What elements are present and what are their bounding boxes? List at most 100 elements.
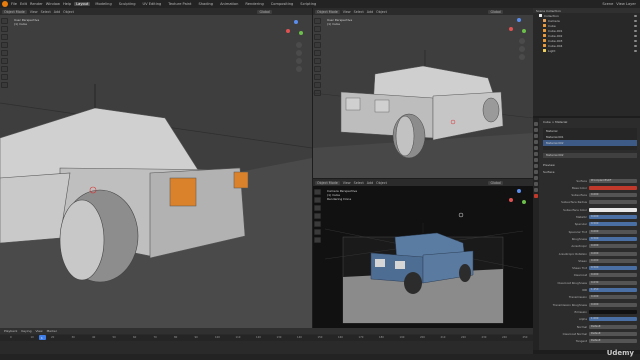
current-frame-indicator[interactable]: 1 <box>39 335 46 340</box>
material-field-row: Base Color <box>543 185 637 190</box>
visibility-eye-icon[interactable] <box>634 29 637 32</box>
material-tab-icon[interactable] <box>534 194 538 198</box>
object-tab-icon[interactable] <box>534 158 538 162</box>
visibility-eye-icon[interactable] <box>634 39 637 42</box>
menu-window[interactable]: Window <box>46 2 60 6</box>
zoom-icon[interactable] <box>519 38 525 44</box>
tab-layout[interactable]: Layout <box>74 2 91 6</box>
tab-texture-paint[interactable]: Texture Paint <box>166 2 193 6</box>
field-value[interactable] <box>589 200 637 205</box>
data-tab-icon[interactable] <box>534 188 538 192</box>
output-tab-icon[interactable] <box>534 134 538 138</box>
timeline-tick-label: 140 <box>297 336 302 339</box>
visibility-eye-icon[interactable] <box>634 34 637 37</box>
timeline-ruler[interactable]: 0 10 20 30 40 50 60 70 80 90 100 110 120 130 140 150 160… <box>0 335 533 341</box>
field-value[interactable]: Default <box>589 339 637 344</box>
material-slot-selected[interactable]: Material.002 <box>543 140 637 146</box>
field-label: Metallic <box>576 215 587 219</box>
viewport-bottom-right[interactable]: Object Mode View Select Add Object Globa… <box>313 179 533 328</box>
tab-compositing[interactable]: Compositing <box>269 2 296 6</box>
field-value[interactable]: Principled BSDF <box>589 178 637 183</box>
viewport-left[interactable]: Object Mode View Select Add Object Globa… <box>0 8 312 328</box>
section-preview[interactable]: Preview <box>543 163 555 167</box>
field-label: Transmission <box>568 295 587 300</box>
tab-rendering[interactable]: Rendering <box>243 2 265 6</box>
physics-tab-icon[interactable] <box>534 176 538 180</box>
field-value[interactable]: 0.000 <box>589 244 637 249</box>
material-name-field[interactable]: Material.002 <box>543 153 637 158</box>
particles-tab-icon[interactable] <box>534 170 538 174</box>
navigation-gizmo[interactable] <box>509 18 527 36</box>
field-value[interactable]: 1.000 <box>589 317 637 322</box>
tool-tab-icon[interactable] <box>534 122 538 126</box>
menu-view[interactable]: View <box>35 329 42 333</box>
modifier-tab-icon[interactable] <box>534 164 538 168</box>
field-label: Base Color <box>571 185 587 190</box>
material-field-row: Surface Principled BSDF <box>543 178 637 183</box>
visibility-eye-icon[interactable] <box>634 49 637 52</box>
zoom-icon[interactable] <box>296 42 302 48</box>
tab-shading[interactable]: Shading <box>196 2 215 6</box>
timeline-tick-label: 250 <box>522 336 528 339</box>
menu-file[interactable]: File <box>11 2 17 6</box>
field-value[interactable]: 0.000 <box>589 295 637 300</box>
field-value[interactable]: 1.450 <box>589 288 637 292</box>
tab-animation[interactable]: Animation <box>218 2 240 6</box>
constraints-tab-icon[interactable] <box>534 182 538 186</box>
scene-selector[interactable]: Scene <box>602 2 613 6</box>
field-value[interactable]: 0.030 <box>589 280 637 285</box>
world-tab-icon[interactable] <box>534 152 538 156</box>
menu-keying[interactable]: Keying <box>21 329 31 333</box>
material-field-row: Clearcoat Roughness 0.030 <box>543 280 637 285</box>
field-label: Subsurface <box>571 193 587 198</box>
menu-edit[interactable]: Edit <box>20 2 27 6</box>
pan-icon[interactable] <box>296 50 302 56</box>
visibility-eye-icon[interactable] <box>634 14 637 17</box>
render-tab-icon[interactable] <box>534 128 538 132</box>
section-surface[interactable]: Surface <box>543 170 554 174</box>
field-value[interactable]: 0.500 <box>589 266 637 271</box>
field-value[interactable]: 0.500 <box>589 236 637 241</box>
field-value[interactable]: 0.000 <box>589 273 637 278</box>
menu-help[interactable]: Help <box>63 2 71 6</box>
tab-scripting[interactable]: Scripting <box>298 2 318 6</box>
visibility-eye-icon[interactable] <box>634 19 637 22</box>
field-value[interactable]: 0.500 <box>589 222 637 227</box>
field-value[interactable] <box>589 185 637 190</box>
viewport-top-right[interactable]: Object Mode View Select Add Object Globa… <box>313 8 533 178</box>
field-value[interactable]: 0.000 <box>589 229 637 234</box>
menu-marker[interactable]: Marker <box>47 329 57 333</box>
camera-view-icon[interactable] <box>296 58 302 64</box>
view-layer-tab-icon[interactable] <box>534 140 538 144</box>
field-value[interactable]: Default <box>589 331 637 336</box>
status-bar <box>0 354 640 360</box>
tab-modeling[interactable]: Modeling <box>93 2 113 6</box>
blender-logo-icon[interactable] <box>2 1 8 7</box>
view-layer-selector[interactable]: View Layer <box>616 2 636 6</box>
navigation-gizmo[interactable] <box>286 20 304 38</box>
outliner-item-light[interactable]: Light <box>533 48 640 53</box>
field-value[interactable]: Default <box>589 324 637 329</box>
timeline-tick-label: 240 <box>502 336 507 339</box>
material-field-row: Anisotropic Rotation 0.000 <box>543 251 637 256</box>
field-value[interactable]: 0.000 <box>589 215 637 219</box>
scene-tab-icon[interactable] <box>534 146 538 150</box>
tab-sculpting[interactable]: Sculpting <box>117 2 138 6</box>
visibility-eye-icon[interactable] <box>634 44 637 47</box>
pan-icon[interactable] <box>519 46 525 52</box>
field-value[interactable]: 0.000 <box>589 193 637 198</box>
perspective-toggle-icon[interactable] <box>296 66 302 72</box>
tab-uv-editing[interactable]: UV Editing <box>141 2 164 6</box>
car-model-perspective <box>313 50 533 178</box>
menu-playback[interactable]: Playback <box>4 329 17 333</box>
camera-view-icon[interactable] <box>519 54 525 60</box>
field-value[interactable]: 0.000 <box>589 258 637 263</box>
field-value[interactable]: 0.000 <box>589 302 637 307</box>
field-value[interactable] <box>589 207 637 212</box>
navigation-gizmo[interactable] <box>509 189 527 207</box>
menu-render[interactable]: Render <box>30 2 43 6</box>
field-value[interactable]: 0.000 <box>589 251 637 256</box>
timeline-tick-label: 180 <box>379 336 384 339</box>
field-value[interactable] <box>589 309 637 314</box>
visibility-eye-icon[interactable] <box>634 24 637 27</box>
